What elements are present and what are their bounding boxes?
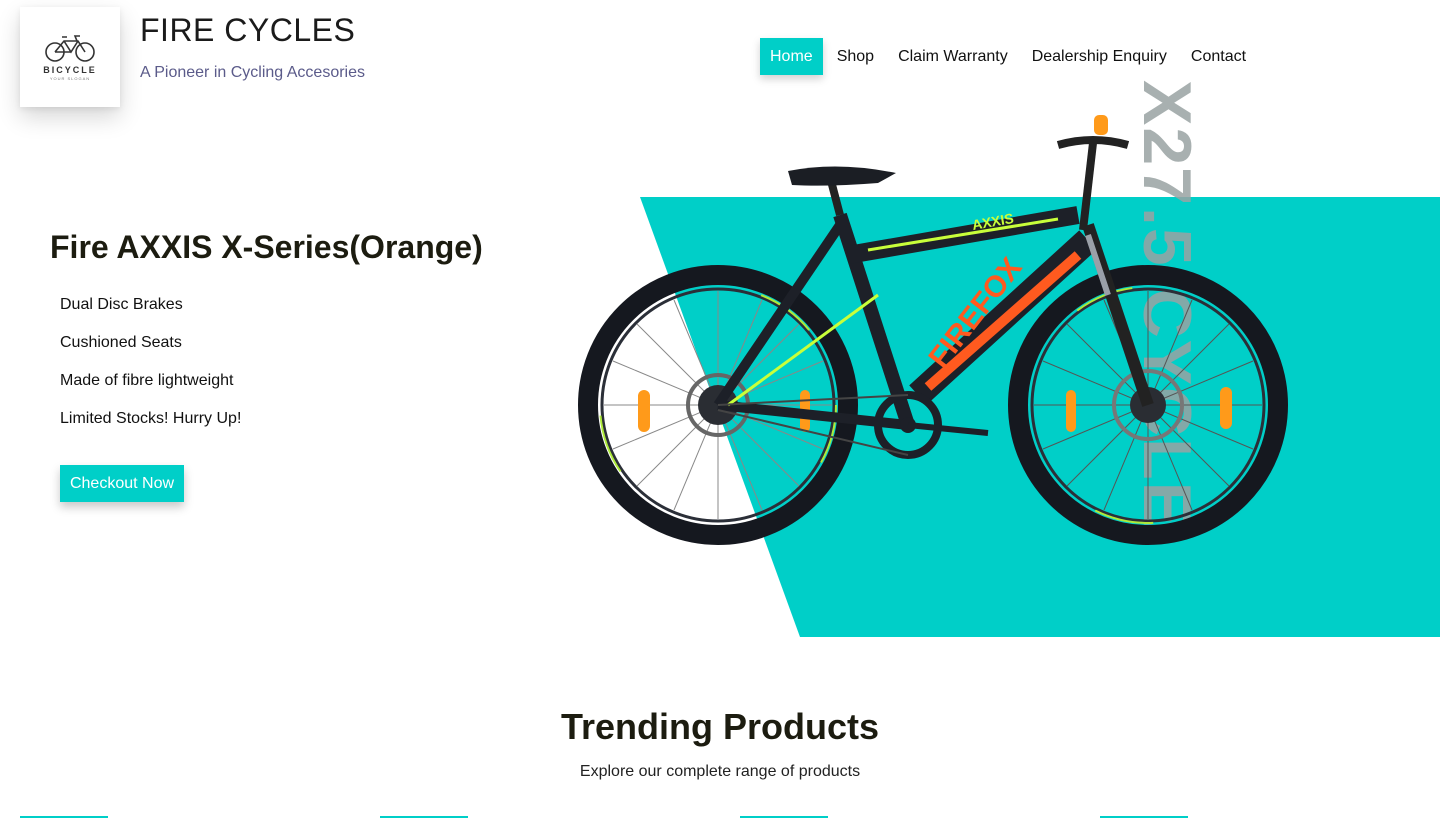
checkout-now-button[interactable]: Checkout Now [60, 465, 184, 502]
trending-subtitle: Explore our complete range of products [579, 763, 861, 780]
feature-item: Made of fibre lightweight [60, 372, 234, 389]
feature-item: Cushioned Seats [60, 334, 182, 351]
feature-item: Limited Stocks! Hurry Up! [60, 410, 242, 427]
hero-title: Fire AXXIS X-Series(Orange) [50, 229, 483, 265]
bicycle-image: AXXIS FIREFOX [578, 115, 1288, 545]
trending-title: Trending Products [560, 706, 880, 747]
feature-item: Dual Disc Brakes [60, 296, 183, 313]
feature-list: Dual Disc Brakes Cushioned Seats Made of… [60, 294, 241, 446]
